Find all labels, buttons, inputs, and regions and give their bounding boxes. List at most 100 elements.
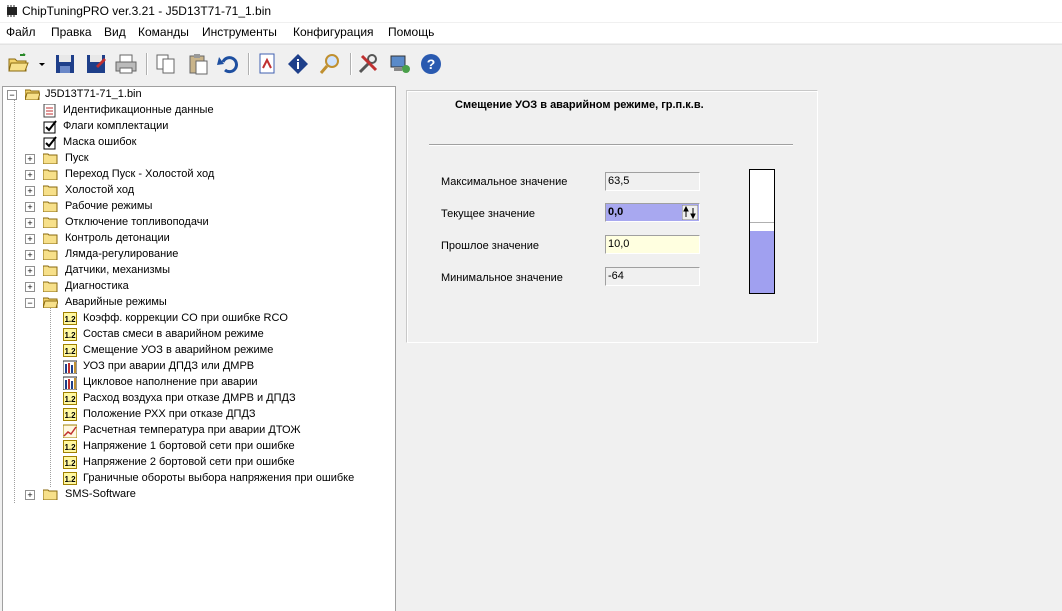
folder-icon	[43, 265, 58, 276]
graph-icon	[63, 424, 77, 438]
scalar-param-icon: 1.2	[63, 344, 77, 357]
menu-file[interactable]: Файл	[6, 25, 36, 39]
folder-icon	[43, 489, 58, 500]
table-icon	[63, 360, 77, 374]
tree-folder-label: Датчики, механизмы	[65, 264, 170, 276]
tree-guide-line	[14, 99, 15, 503]
open-icon[interactable]	[6, 52, 30, 76]
folder-icon	[43, 233, 58, 244]
menu-commands[interactable]: Команды	[138, 25, 189, 39]
folder-icon	[43, 153, 58, 164]
folder-icon	[43, 185, 58, 196]
checkbox-icon	[43, 136, 57, 150]
panel-title: Смещение УОЗ в аварийном режиме, гр.п.к.…	[455, 99, 704, 111]
tree-item-label: Граничные обороты выбора напряжения при …	[83, 472, 355, 484]
expand-icon[interactable]: +	[25, 170, 35, 180]
min-value-field: -64	[605, 267, 700, 286]
dropdown-arrow-icon[interactable]	[36, 52, 48, 76]
tree-item-label: Коэфф. коррекции CO при ошибке RCO	[83, 312, 288, 324]
collapse-icon[interactable]: −	[25, 298, 35, 308]
table-icon	[63, 376, 77, 390]
tree-folder-label: Отключение топливоподачи	[65, 216, 209, 228]
window-title: ChipTuningPRO ver.3.21 - J5D13T71-71_1.b…	[22, 4, 272, 18]
undo-icon[interactable]	[216, 52, 240, 76]
help-icon[interactable]: ?	[419, 52, 443, 76]
tools-icon[interactable]	[356, 52, 380, 76]
menu-edit[interactable]: Правка	[51, 25, 92, 39]
tree-folder-label: Лямда-регулирование	[65, 248, 179, 260]
toolbar: ?	[0, 44, 1062, 85]
tree-pane[interactable]: − J5D13T71-71_1.bin Идентификационные да…	[2, 86, 396, 611]
save-icon[interactable]	[53, 52, 77, 76]
gauge-fill	[750, 231, 774, 293]
scalar-param-icon: 1.2	[63, 440, 77, 453]
current-value-label: Текущее значение	[441, 208, 536, 220]
spinner-icon[interactable]	[682, 205, 698, 220]
value-gauge	[749, 169, 775, 294]
current-value-text: 0,0	[608, 206, 624, 218]
folder-icon	[43, 201, 58, 212]
expand-icon[interactable]: +	[25, 282, 35, 292]
tree-folder-label: Переход Пуск - Холостой ход	[65, 168, 215, 180]
compare-icon[interactable]	[256, 52, 280, 76]
panel-divider	[429, 144, 793, 146]
toolbar-separator	[350, 53, 352, 75]
scalar-param-icon: 1.2	[63, 328, 77, 341]
connect-icon[interactable]	[388, 52, 412, 76]
menu-view[interactable]: Вид	[104, 25, 126, 39]
tree-item-label: Маска ошибок	[63, 136, 137, 148]
tree-guide-line	[50, 307, 51, 487]
scalar-param-icon: 1.2	[63, 456, 77, 469]
current-value-input[interactable]: 0,0	[605, 203, 700, 222]
expand-icon[interactable]: +	[25, 250, 35, 260]
toolbar-separator	[146, 53, 148, 75]
tree-item-label: Расход воздуха при отказе ДМРВ и ДПДЗ	[83, 392, 296, 404]
tree-item-label: Расчетная температура при аварии ДТОЖ	[83, 424, 301, 436]
expand-icon[interactable]: +	[25, 234, 35, 244]
tree-folder-label: Аварийные режимы	[65, 296, 167, 308]
folder-icon	[43, 169, 58, 180]
expand-icon[interactable]: +	[25, 154, 35, 164]
previous-value-field: 10,0	[605, 235, 700, 254]
max-value-field: 63,5	[605, 172, 700, 191]
menu-help[interactable]: Помощь	[388, 25, 434, 39]
collapse-icon[interactable]: −	[7, 90, 17, 100]
tree-item-label: Состав смеси в аварийном режиме	[83, 328, 264, 340]
scalar-param-icon: 1.2	[63, 312, 77, 325]
title-bar: ChipTuningPRO ver.3.21 - J5D13T71-71_1.b…	[0, 0, 1062, 22]
tree-item-label: Напряжение 2 бортовой сети при ошибке	[83, 456, 295, 468]
tree-item-label: УОЗ при аварии ДПДЗ или ДМРВ	[83, 360, 255, 372]
scalar-param-icon: 1.2	[63, 392, 77, 405]
print-icon[interactable]	[114, 52, 138, 76]
tree-item-label: Флаги комплектации	[63, 120, 169, 132]
expand-icon[interactable]: +	[25, 218, 35, 228]
expand-icon[interactable]: +	[25, 266, 35, 276]
paste-icon[interactable]	[186, 52, 210, 76]
document-icon	[43, 104, 56, 118]
expand-icon[interactable]: +	[25, 490, 35, 500]
tree-folder-label: Пуск	[65, 152, 89, 164]
tree-folder-label: Холостой ход	[65, 184, 135, 196]
max-value-label: Максимальное значение	[441, 176, 568, 188]
scalar-param-icon: 1.2	[63, 408, 77, 421]
expand-icon[interactable]: +	[25, 186, 35, 196]
menu-configuration[interactable]: Конфигурация	[293, 25, 374, 39]
expand-icon[interactable]: +	[25, 202, 35, 212]
svg-text:?: ?	[427, 56, 436, 72]
previous-value-label: Прошлое значение	[441, 240, 539, 252]
search-icon[interactable]	[318, 52, 342, 76]
save-as-icon[interactable]	[84, 52, 108, 76]
app-chip-icon	[7, 5, 17, 17]
tree-item-label: Цикловое наполнение при аварии	[83, 376, 258, 388]
tree-folder-label: Рабочие режимы	[65, 200, 153, 212]
copy-icon[interactable]	[154, 52, 178, 76]
tree-root-label: J5D13T71-71_1.bin	[45, 88, 142, 100]
folder-icon	[43, 217, 58, 228]
min-value-label: Минимальное значение	[441, 272, 563, 284]
tree-folder-label: SMS-Software	[65, 488, 136, 500]
info-icon[interactable]	[286, 52, 310, 76]
tree-item-label: Положение РХХ при отказе ДПДЗ	[83, 408, 256, 420]
open-folder-icon	[25, 89, 40, 100]
tree-item-label: Смещение УОЗ в аварийном режиме	[83, 344, 274, 356]
menu-tools[interactable]: Инструменты	[202, 25, 277, 39]
